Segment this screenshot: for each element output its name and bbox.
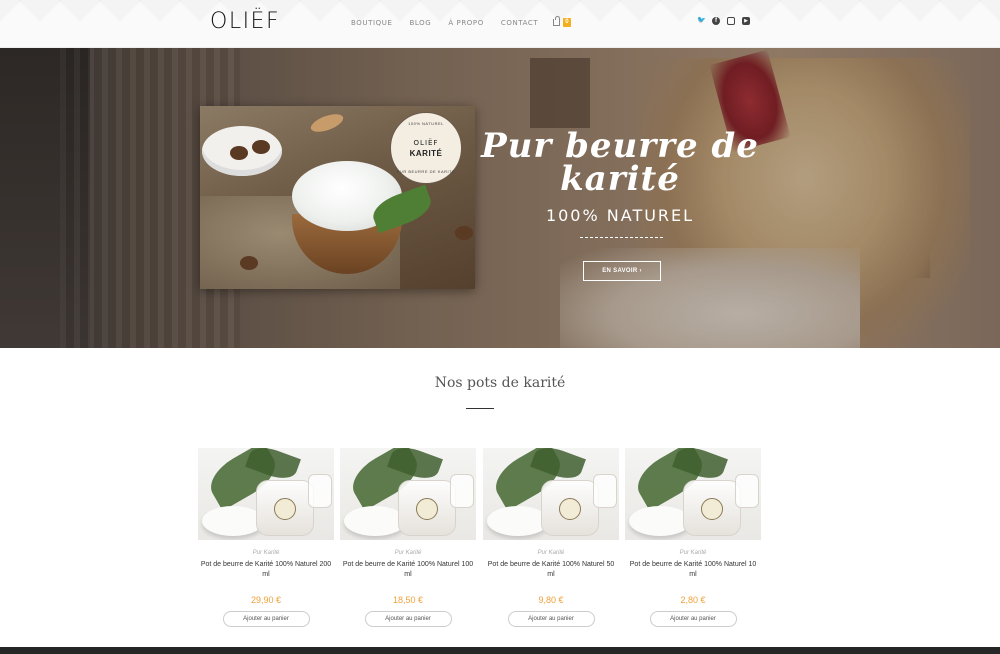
cart-button[interactable]: 0 — [553, 16, 571, 27]
product-title[interactable]: Pot de beurre de Karité 100% Naturel 10 … — [625, 560, 761, 586]
product-price: 18,50 € — [392, 595, 424, 605]
product-category[interactable]: Pur Karité — [198, 550, 334, 556]
product-price: 2,80 € — [680, 595, 706, 605]
product-price: 9,80 € — [538, 595, 564, 605]
product-card[interactable]: Pur Karité Pot de beurre de Karité 100% … — [198, 448, 334, 627]
product-category[interactable]: Pur Karité — [625, 550, 761, 556]
seal-logo: OLIËF — [413, 138, 439, 147]
product-image[interactable] — [340, 448, 476, 540]
add-to-cart-button[interactable]: Ajouter au panier — [364, 611, 452, 627]
brand-seal: 100% NATUREL OLIËF KARITÉ PUR BEURRE DE … — [390, 112, 462, 184]
product-image[interactable] — [625, 448, 761, 540]
site-logo[interactable]: OLIËF — [210, 9, 280, 34]
hero-product-image: 100% NATUREL OLIËF KARITÉ PUR BEURRE DE … — [200, 106, 475, 289]
hero-title: Pur beurre de karité — [481, 126, 759, 199]
nav-a-propo[interactable]: À PROPO — [448, 19, 484, 27]
site-header: OLIËF BOUTIQUE BLOG À PROPO CONTACT 0 🐦 … — [0, 0, 1000, 48]
en-savoir-button[interactable]: EN SAVOIR › — [583, 261, 661, 281]
product-title[interactable]: Pot de beurre de Karité 100% Naturel 200… — [198, 560, 334, 586]
nav-blog[interactable]: BLOG — [410, 19, 432, 27]
hero-banner: 100% NATUREL OLIËF KARITÉ PUR BEURRE DE … — [0, 48, 1000, 348]
product-image[interactable] — [198, 448, 334, 540]
product-title[interactable]: Pot de beurre de Karité 100% Naturel 100… — [340, 560, 476, 586]
footer — [0, 647, 1000, 654]
add-to-cart-button[interactable]: Ajouter au panier — [222, 611, 310, 627]
product-card[interactable]: Pur Karité Pot de beurre de Karité 100% … — [340, 448, 476, 627]
product-title[interactable]: Pot de beurre de Karité 100% Naturel 50 … — [483, 560, 619, 586]
shopping-bag-icon — [553, 16, 561, 26]
product-category[interactable]: Pur Karité — [340, 550, 476, 556]
youtube-icon[interactable]: ▶ — [742, 17, 750, 25]
add-to-cart-button[interactable]: Ajouter au panier — [649, 611, 737, 627]
instagram-icon[interactable] — [727, 17, 735, 25]
main-nav: BOUTIQUE BLOG À PROPO CONTACT 0 — [351, 16, 571, 27]
product-card[interactable]: Pur Karité Pot de beurre de Karité 100% … — [483, 448, 619, 627]
seal-bottom-text: PUR BEURRE DE KARITÉ — [396, 169, 456, 174]
section-title: Nos pots de karité — [434, 375, 566, 391]
social-links: 🐦 f ▶ — [697, 17, 750, 25]
product-grid: Pur Karité Pot de beurre de Karité 100% … — [198, 448, 762, 633]
seal-top-text: 100% NATUREL — [408, 121, 444, 126]
product-image[interactable] — [483, 448, 619, 540]
section-divider — [466, 408, 494, 409]
seal-name: KARITÉ — [409, 148, 443, 158]
cart-count-badge: 0 — [563, 18, 571, 27]
product-price: 29,90 € — [250, 595, 282, 605]
add-to-cart-button[interactable]: Ajouter au panier — [507, 611, 595, 627]
product-category[interactable]: Pur Karité — [483, 550, 619, 556]
product-card[interactable]: Pur Karité Pot de beurre de Karité 100% … — [625, 448, 761, 627]
nav-boutique[interactable]: BOUTIQUE — [351, 19, 393, 27]
facebook-icon[interactable]: f — [712, 17, 720, 25]
hero-subtitle: 100% NATUREL — [545, 206, 695, 225]
hero-divider — [580, 237, 663, 238]
twitter-icon[interactable]: 🐦 — [697, 17, 706, 25]
nav-contact[interactable]: CONTACT — [501, 19, 538, 27]
